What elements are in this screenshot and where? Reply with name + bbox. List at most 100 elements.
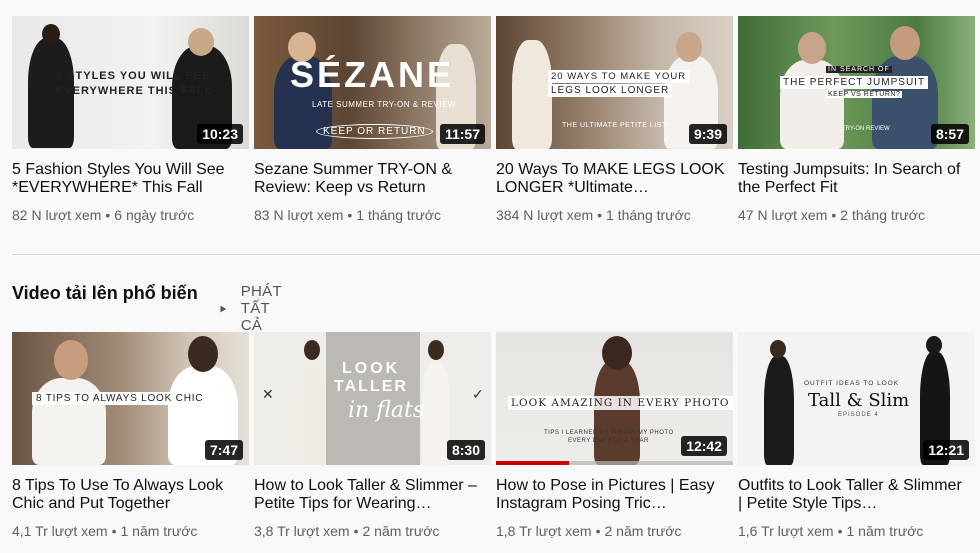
video-duration: 11:57 (439, 124, 485, 144)
thumbnail-overlay-text: 20 WAYS TO MAKE YOUR (548, 70, 690, 83)
upload-age: 2 năm trước (362, 523, 440, 539)
section-header: Video tải lên phổ biến PHÁT TẤT CẢ (12, 282, 281, 335)
person-figure (594, 360, 640, 465)
thumbnail-overlay-text: Tall & Slim (808, 390, 910, 411)
video-card[interactable]: LOOK AMAZING IN EVERY PHOTO TIPS I LEARN… (496, 332, 733, 539)
upload-age: 1 tháng trước (356, 207, 441, 223)
video-duration: 10:23 (197, 124, 243, 144)
video-duration: 12:42 (681, 436, 727, 456)
video-card[interactable]: 20 WAYS TO MAKE YOUR LEGS LOOK LONGER TH… (496, 16, 733, 223)
person-figure (764, 356, 794, 465)
upload-age: 6 ngày trước (114, 207, 195, 223)
person-head (304, 340, 320, 360)
thumbnail-overlay-text: LEGS LOOK LONGER (548, 84, 673, 97)
video-duration: 9:39 (688, 124, 727, 144)
person-head (188, 28, 214, 56)
video-card[interactable]: 5 STYLES YOU WILL SEE EVERYWHERE THIS FA… (12, 16, 249, 223)
view-count: 1,6 Tr lượt xem (738, 523, 834, 539)
thumbnail-overlay-text: 8 TIPS TO ALWAYS LOOK CHIC (32, 392, 208, 405)
video-card[interactable]: OUTFIT IDEAS TO LOOK Tall & Slim EPISODE… (738, 332, 975, 539)
view-count: 384 N lượt xem (496, 207, 594, 223)
video-thumbnail[interactable]: 5 STYLES YOU WILL SEE EVERYWHERE THIS FA… (12, 16, 249, 149)
person-head (770, 340, 786, 358)
separator-dot: • (595, 523, 601, 539)
upload-age: 1 năm trước (846, 523, 924, 539)
video-thumbnail[interactable]: IN SEARCH OF THE PERFECT JUMPSUIT KEEP V… (738, 16, 975, 149)
video-thumbnail[interactable]: ✕ ✓ LOOK TALLER in flats 8:30 (254, 332, 491, 465)
video-meta: 1,6 Tr lượt xem • 1 năm trước (738, 523, 975, 539)
upload-age: 2 năm trước (604, 523, 682, 539)
video-duration: 7:47 (204, 440, 243, 460)
video-thumbnail[interactable]: OUTFIT IDEAS TO LOOK Tall & Slim EPISODE… (738, 332, 975, 465)
thumbnail-overlay-text: 5 STYLES YOU WILL SEE (56, 70, 211, 82)
person-head (926, 336, 942, 354)
person-head (188, 336, 218, 372)
section-title: Video tải lên phổ biến (12, 282, 198, 303)
view-count: 4,1 Tr lượt xem (12, 523, 108, 539)
video-card[interactable]: 8 TIPS TO ALWAYS LOOK CHIC 7:47 8 Tips T… (12, 332, 249, 539)
video-meta: 82 N lượt xem • 6 ngày trước (12, 207, 249, 223)
video-card[interactable]: SÉZANE LATE SUMMER TRY-ON & REVIEW KEEP … (254, 16, 491, 223)
video-card[interactable]: IN SEARCH OF THE PERFECT JUMPSUIT KEEP V… (738, 16, 975, 223)
person-figure (512, 40, 552, 149)
video-thumbnail[interactable]: 8 TIPS TO ALWAYS LOOK CHIC 7:47 (12, 332, 249, 465)
upload-age: 1 tháng trước (606, 207, 691, 223)
thumbnail-tag-text: KEEP OR RETURN (316, 124, 433, 139)
video-duration: 12:21 (923, 440, 969, 460)
video-meta: 384 N lượt xem • 1 tháng trước (496, 207, 733, 223)
separator-dot: • (837, 523, 843, 539)
view-count: 47 N lượt xem (738, 207, 828, 223)
separator-dot: • (111, 523, 117, 539)
thumbnail-overlay-text: IN SEARCH OF (826, 66, 892, 73)
video-title[interactable]: 8 Tips To Use To Always Look Chic and Pu… (12, 477, 244, 513)
video-duration: 8:57 (930, 124, 969, 144)
video-title[interactable]: Testing Jumpsuits: In Search of the Perf… (738, 161, 970, 197)
view-count: 82 N lượt xem (12, 207, 102, 223)
video-meta: 1,8 Tr lượt xem • 2 năm trước (496, 523, 733, 539)
separator-dot: • (597, 207, 603, 223)
video-meta: 3,8 Tr lượt xem • 2 năm trước (254, 523, 491, 539)
person-head (428, 340, 444, 360)
thumbnail-script-text: in flats (348, 398, 425, 423)
thumbnail-brand-text: SÉZANE (290, 54, 455, 95)
view-count: 83 N lượt xem (254, 207, 344, 223)
thumbnail-overlay-text: EVERYWHERE THIS FALL (56, 85, 213, 97)
video-title[interactable]: Outfits to Look Taller & Slimmer | Petit… (738, 477, 970, 513)
thumbnail-overlay-text: TIPS I LEARNED BY TAKING MY PHOTO (544, 430, 674, 436)
video-title[interactable]: How to Look Taller & Slimmer – Petite Ti… (254, 477, 486, 513)
video-meta: 4,1 Tr lượt xem • 1 năm trước (12, 523, 249, 539)
view-count: 3,8 Tr lượt xem (254, 523, 350, 539)
person-figure (422, 362, 450, 465)
thumbnail-overlay-text: LATE SUMMER TRY-ON & REVIEW (312, 100, 456, 109)
video-thumbnail[interactable]: SÉZANE LATE SUMMER TRY-ON & REVIEW KEEP … (254, 16, 491, 149)
separator-dot: • (831, 207, 837, 223)
section-divider (12, 254, 980, 255)
play-icon (220, 305, 227, 312)
video-title[interactable]: 5 Fashion Styles You Will See *EVERYWHER… (12, 161, 244, 197)
video-thumbnail[interactable]: LOOK AMAZING IN EVERY PHOTO TIPS I LEARN… (496, 332, 733, 465)
watch-progress-bar (496, 461, 570, 465)
thumbnail-overlay-text: OUTFIT IDEAS TO LOOK (804, 380, 900, 387)
separator-dot: • (353, 523, 359, 539)
checkmark-icon: ✓ (472, 386, 484, 402)
video-thumbnail[interactable]: 20 WAYS TO MAKE YOUR LEGS LOOK LONGER TH… (496, 16, 733, 149)
video-title[interactable]: How to Pose in Pictures | Easy Instagram… (496, 477, 728, 513)
person-head (676, 32, 702, 62)
upload-age: 1 năm trước (120, 523, 198, 539)
video-title[interactable]: Sezane Summer TRY-ON & Review: Keep vs R… (254, 161, 486, 197)
person-head (798, 32, 826, 64)
play-all-button[interactable]: PHÁT TẤT CẢ (220, 283, 289, 334)
thumbnail-overlay-text: TALLER (334, 378, 408, 395)
thumbnail-overlay-text: LOOK AMAZING IN EVERY PHOTO (508, 396, 733, 410)
thumbnail-overlay-text: EPISODE 4 (838, 412, 879, 418)
person-head (602, 336, 632, 370)
separator-dot: • (105, 207, 111, 223)
upload-age: 2 tháng trước (840, 207, 925, 223)
video-title[interactable]: 20 Ways To MAKE LEGS LOOK LONGER *Ultima… (496, 161, 728, 197)
thumbnail-overlay-text: EVERY DAY FOR A YEAR (568, 438, 649, 444)
video-card[interactable]: ✕ ✓ LOOK TALLER in flats 8:30 How to Loo… (254, 332, 491, 539)
play-all-label: PHÁT TẤT CẢ (240, 283, 282, 334)
view-count: 1,8 Tr lượt xem (496, 523, 592, 539)
video-duration: 8:30 (446, 440, 485, 460)
thumbnail-overlay-text: LOOK (342, 360, 401, 377)
